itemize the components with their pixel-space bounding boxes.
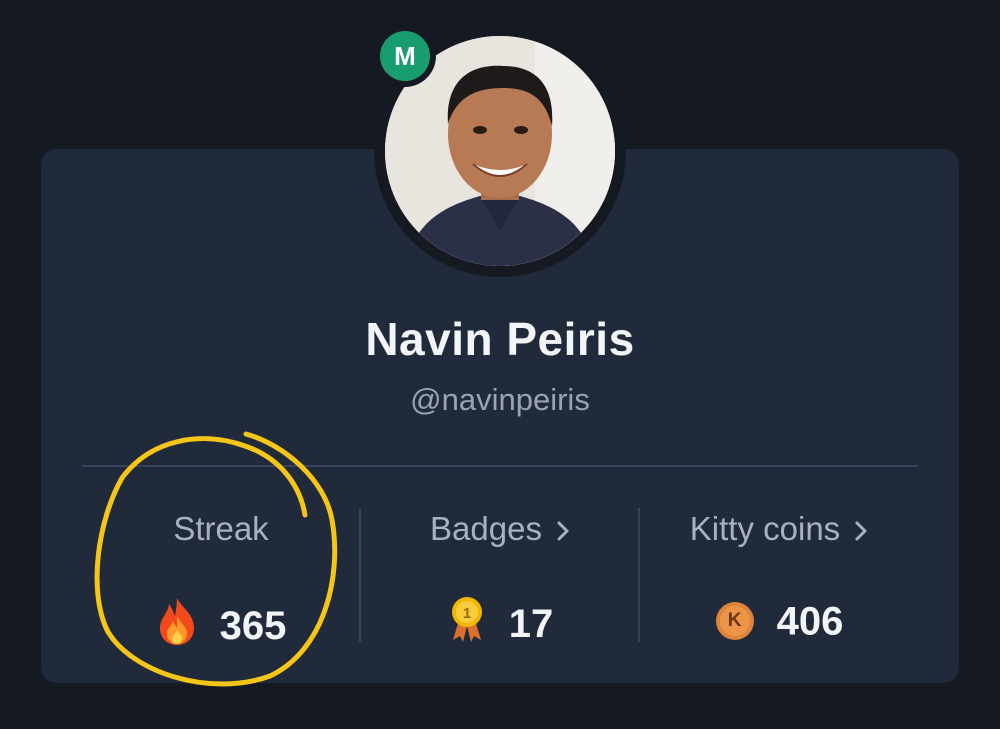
fire-icon xyxy=(156,596,198,656)
kitty-coins-label: Kitty coins xyxy=(689,510,841,547)
kitty-coins-label-row[interactable]: Kitty coins xyxy=(640,510,918,548)
kitty-coins-value-row: K 406 xyxy=(640,596,918,644)
profile-handle: @navinpeiris xyxy=(410,382,590,417)
badges-value-row: 1 17 xyxy=(361,596,639,652)
coin-letter: K xyxy=(727,610,742,632)
medal-icon: 1 xyxy=(447,596,487,652)
streak-label: Streak xyxy=(173,510,269,547)
streak-value-row: 365 xyxy=(82,596,360,656)
chevron-right-icon xyxy=(556,510,570,548)
chevron-right-icon xyxy=(854,510,868,548)
stat-kitty-coins[interactable]: Kitty coins K 406 xyxy=(640,508,918,644)
badges-value: 17 xyxy=(508,602,554,646)
divider xyxy=(82,465,918,467)
kitty-coins-value: 406 xyxy=(776,599,844,644)
streak-value: 365 xyxy=(219,604,287,648)
coin-icon: K xyxy=(715,601,755,641)
badges-label-row[interactable]: Badges xyxy=(361,510,639,548)
badges-label: Badges xyxy=(430,510,542,547)
stat-badges[interactable]: Badges 1 17 xyxy=(361,508,639,646)
stat-streak: Streak 365 xyxy=(82,508,360,648)
profile-name: Navin Peiris xyxy=(365,313,635,365)
svg-text:1: 1 xyxy=(463,605,471,622)
member-badge-letter: M xyxy=(380,31,430,81)
member-badge: M xyxy=(374,25,436,87)
